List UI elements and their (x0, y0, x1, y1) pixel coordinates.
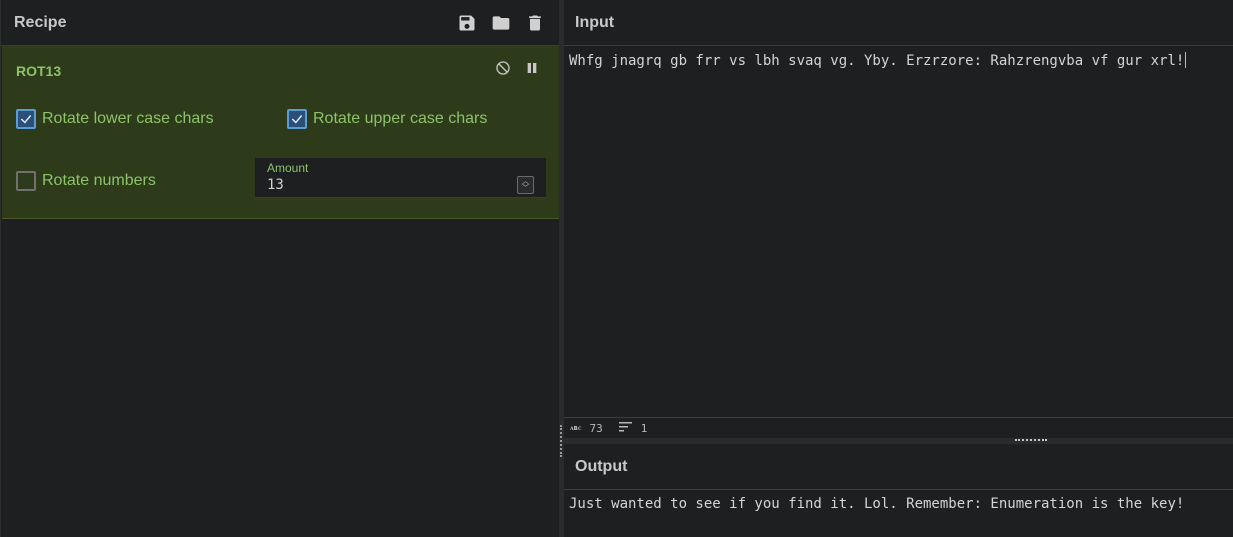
output-title: Output (575, 457, 628, 475)
rotate-numbers-label: Rotate numbers (42, 172, 156, 189)
input-textarea[interactable]: Whfg jnagrq gb frr vs lbh svaq vg. Yby. … (564, 46, 1233, 75)
input-status-bar: ᴀʙᴄ 73 1 (564, 417, 1233, 438)
rotate-lower-label: Rotate lower case chars (42, 110, 214, 127)
operation-rot13: ROT13 Rotate lower case chars Rotate upp… (2, 46, 560, 219)
cyberchef-app: Recipe ROT13 Rotate lower case chars Rot… (0, 0, 1233, 537)
text-caret (1185, 52, 1187, 68)
output-header: Output (564, 444, 1233, 490)
disable-icon[interactable] (495, 60, 511, 76)
rotate-lower-checkbox[interactable]: Rotate lower case chars (16, 109, 214, 129)
folder-icon[interactable] (491, 13, 511, 33)
recipe-pane: Recipe ROT13 Rotate lower case chars Rot… (0, 0, 560, 537)
operation-controls (495, 60, 540, 76)
chevron-down-icon[interactable]: ﹀ (522, 185, 529, 192)
input-header: Input (564, 0, 1233, 46)
checkbox-unchecked-icon[interactable] (16, 171, 36, 191)
recipe-header: Recipe (1, 0, 559, 46)
amount-stepper[interactable]: ︿ ﹀ (517, 176, 534, 194)
operation-title: ROT13 (16, 63, 62, 79)
output-text[interactable]: Just wanted to see if you find it. Lol. … (564, 490, 1233, 518)
length-icon: ᴀʙᴄ (570, 424, 582, 432)
rotate-numbers-checkbox[interactable]: Rotate numbers (16, 171, 156, 191)
input-title: Input (575, 13, 615, 31)
chevron-up-icon[interactable]: ︿ (522, 178, 529, 185)
lines-icon (618, 421, 633, 435)
resize-grip-icon[interactable] (560, 425, 562, 457)
rotate-upper-checkbox[interactable]: Rotate upper case chars (287, 109, 487, 129)
input-lines: 1 (640, 421, 648, 435)
amount-field[interactable]: Amount 13 ︿ ﹀ (255, 158, 546, 198)
resize-grip-icon[interactable] (1015, 439, 1047, 441)
amount-label: Amount (267, 161, 309, 175)
input-pane: Input Whfg jnagrq gb frr vs lbh svaq vg.… (564, 0, 1233, 438)
checkbox-checked-icon[interactable] (16, 109, 36, 129)
input-length: 73 (589, 421, 603, 435)
checkbox-checked-icon[interactable] (287, 109, 307, 129)
rotate-upper-label: Rotate upper case chars (313, 110, 488, 127)
amount-input[interactable]: 13 (267, 177, 284, 193)
pause-icon[interactable] (524, 60, 540, 76)
recipe-toolbar (457, 13, 545, 33)
recipe-title: Recipe (14, 13, 67, 31)
output-pane: Output Just wanted to see if you find it… (564, 444, 1233, 537)
trash-icon[interactable] (525, 13, 545, 33)
save-icon[interactable] (457, 13, 477, 33)
input-text: Whfg jnagrq gb frr vs lbh svaq vg. Yby. … (569, 53, 1185, 69)
